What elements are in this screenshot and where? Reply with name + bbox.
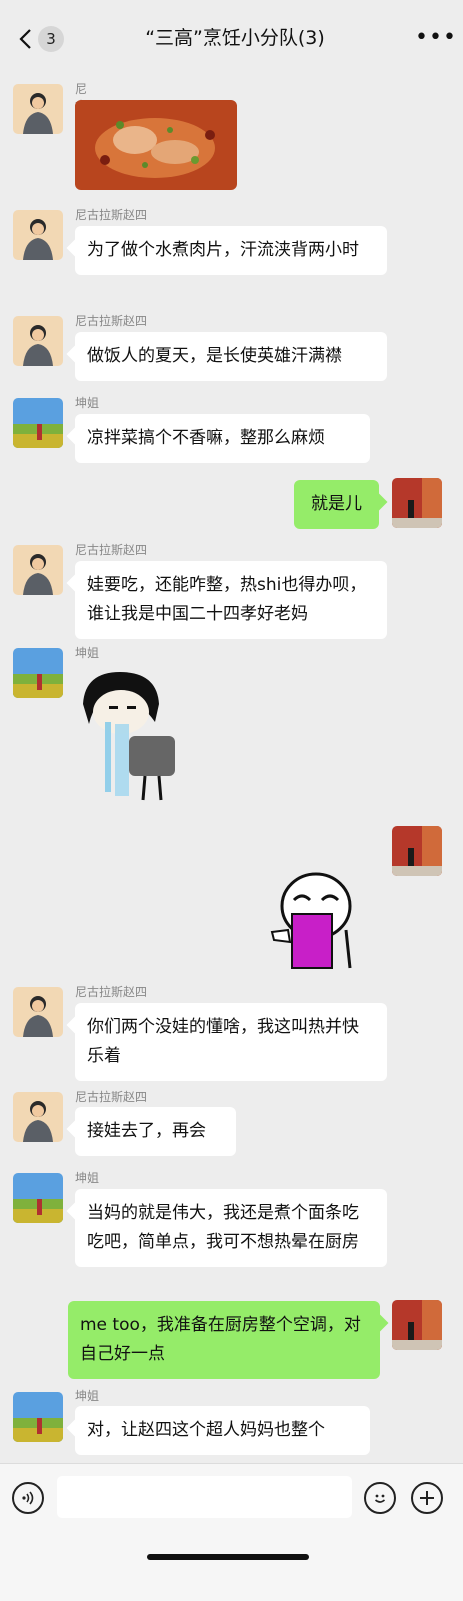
avatar-kunjie[interactable] <box>13 398 63 448</box>
message-bubble[interactable]: 当妈的就是伟大，我还是煮个面条吃吃吧，简单点，我可不想热晕在厨房 <box>75 1189 387 1267</box>
sender-name: 坤姐 <box>75 1389 100 1403</box>
avatar-zhaosi[interactable] <box>13 316 63 366</box>
message-bubble[interactable]: 凉拌菜搞个不香嘛，整那么麻烦 <box>75 414 370 463</box>
plus-icon[interactable] <box>411 1482 443 1514</box>
unread-count-badge: 3 <box>38 26 64 52</box>
home-indicator <box>147 1554 309 1560</box>
more-icon[interactable]: ••• <box>415 27 456 49</box>
avatar-self[interactable] <box>392 826 442 876</box>
message-bubble[interactable]: 娃要吃，还能咋整，热shi也得办呗，谁让我是中国二十四孝好老妈 <box>75 561 387 639</box>
avatar-kunjie[interactable] <box>13 1392 63 1442</box>
message-bubble-self[interactable]: me too，我准备在厨房整个空调，对自己好一点 <box>68 1301 380 1379</box>
message-bubble[interactable]: 为了做个水煮肉片，汗流浃背两小时 <box>75 226 387 275</box>
avatar-kunjie[interactable] <box>13 648 63 698</box>
avatar-kunjie[interactable] <box>13 1173 63 1223</box>
sender-name: 尼古拉斯赵四 <box>75 1090 148 1104</box>
message-bubble[interactable]: 你们两个没娃的懂啥，我这叫热并快乐着 <box>75 1003 387 1081</box>
avatar-zhaosi[interactable] <box>13 987 63 1037</box>
avatar-zhaosi[interactable] <box>13 210 63 260</box>
back-button[interactable]: 3 <box>18 24 68 54</box>
message-bubble[interactable]: 接娃去了，再会 <box>75 1107 236 1156</box>
avatar-zhaosi[interactable] <box>13 1092 63 1142</box>
input-bar <box>0 1463 463 1601</box>
message-bubble-self[interactable]: 就是儿 <box>294 480 379 529</box>
message-bubble[interactable]: 对，让赵四这个超人妈妈也整个 <box>75 1406 370 1455</box>
sender-name: 坤姐 <box>75 646 100 660</box>
voice-icon[interactable] <box>12 1482 44 1514</box>
chat-header: 3 “三高”烹饪小分队(3) ••• <box>0 0 463 72</box>
emoji-icon[interactable] <box>364 1482 396 1514</box>
sender-name: 尼古拉斯赵四 <box>75 208 148 222</box>
sender-name: 尼古拉斯赵四 <box>75 314 148 328</box>
avatar-self[interactable] <box>392 1300 442 1350</box>
avatar-zhaosi[interactable] <box>13 84 63 134</box>
sender-name: 坤姐 <box>75 1171 100 1185</box>
food-photo[interactable] <box>75 100 237 190</box>
sender-name: 尼古拉斯赵四 <box>75 543 148 557</box>
tongue-sticker[interactable] <box>268 870 358 970</box>
chat-title: “三高”烹饪小分队(3) <box>145 27 325 49</box>
message-input[interactable] <box>57 1476 352 1518</box>
sender-name: 尼古拉斯赵四 <box>75 985 148 999</box>
avatar-self[interactable] <box>392 478 442 528</box>
message-bubble[interactable]: 做饭人的夏天，是长使英雄汗满襟 <box>75 332 387 381</box>
sender-name: 坤姐 <box>75 396 100 410</box>
crying-sticker[interactable] <box>75 664 185 804</box>
back-arrow-icon <box>19 29 31 49</box>
avatar-zhaosi[interactable] <box>13 545 63 595</box>
